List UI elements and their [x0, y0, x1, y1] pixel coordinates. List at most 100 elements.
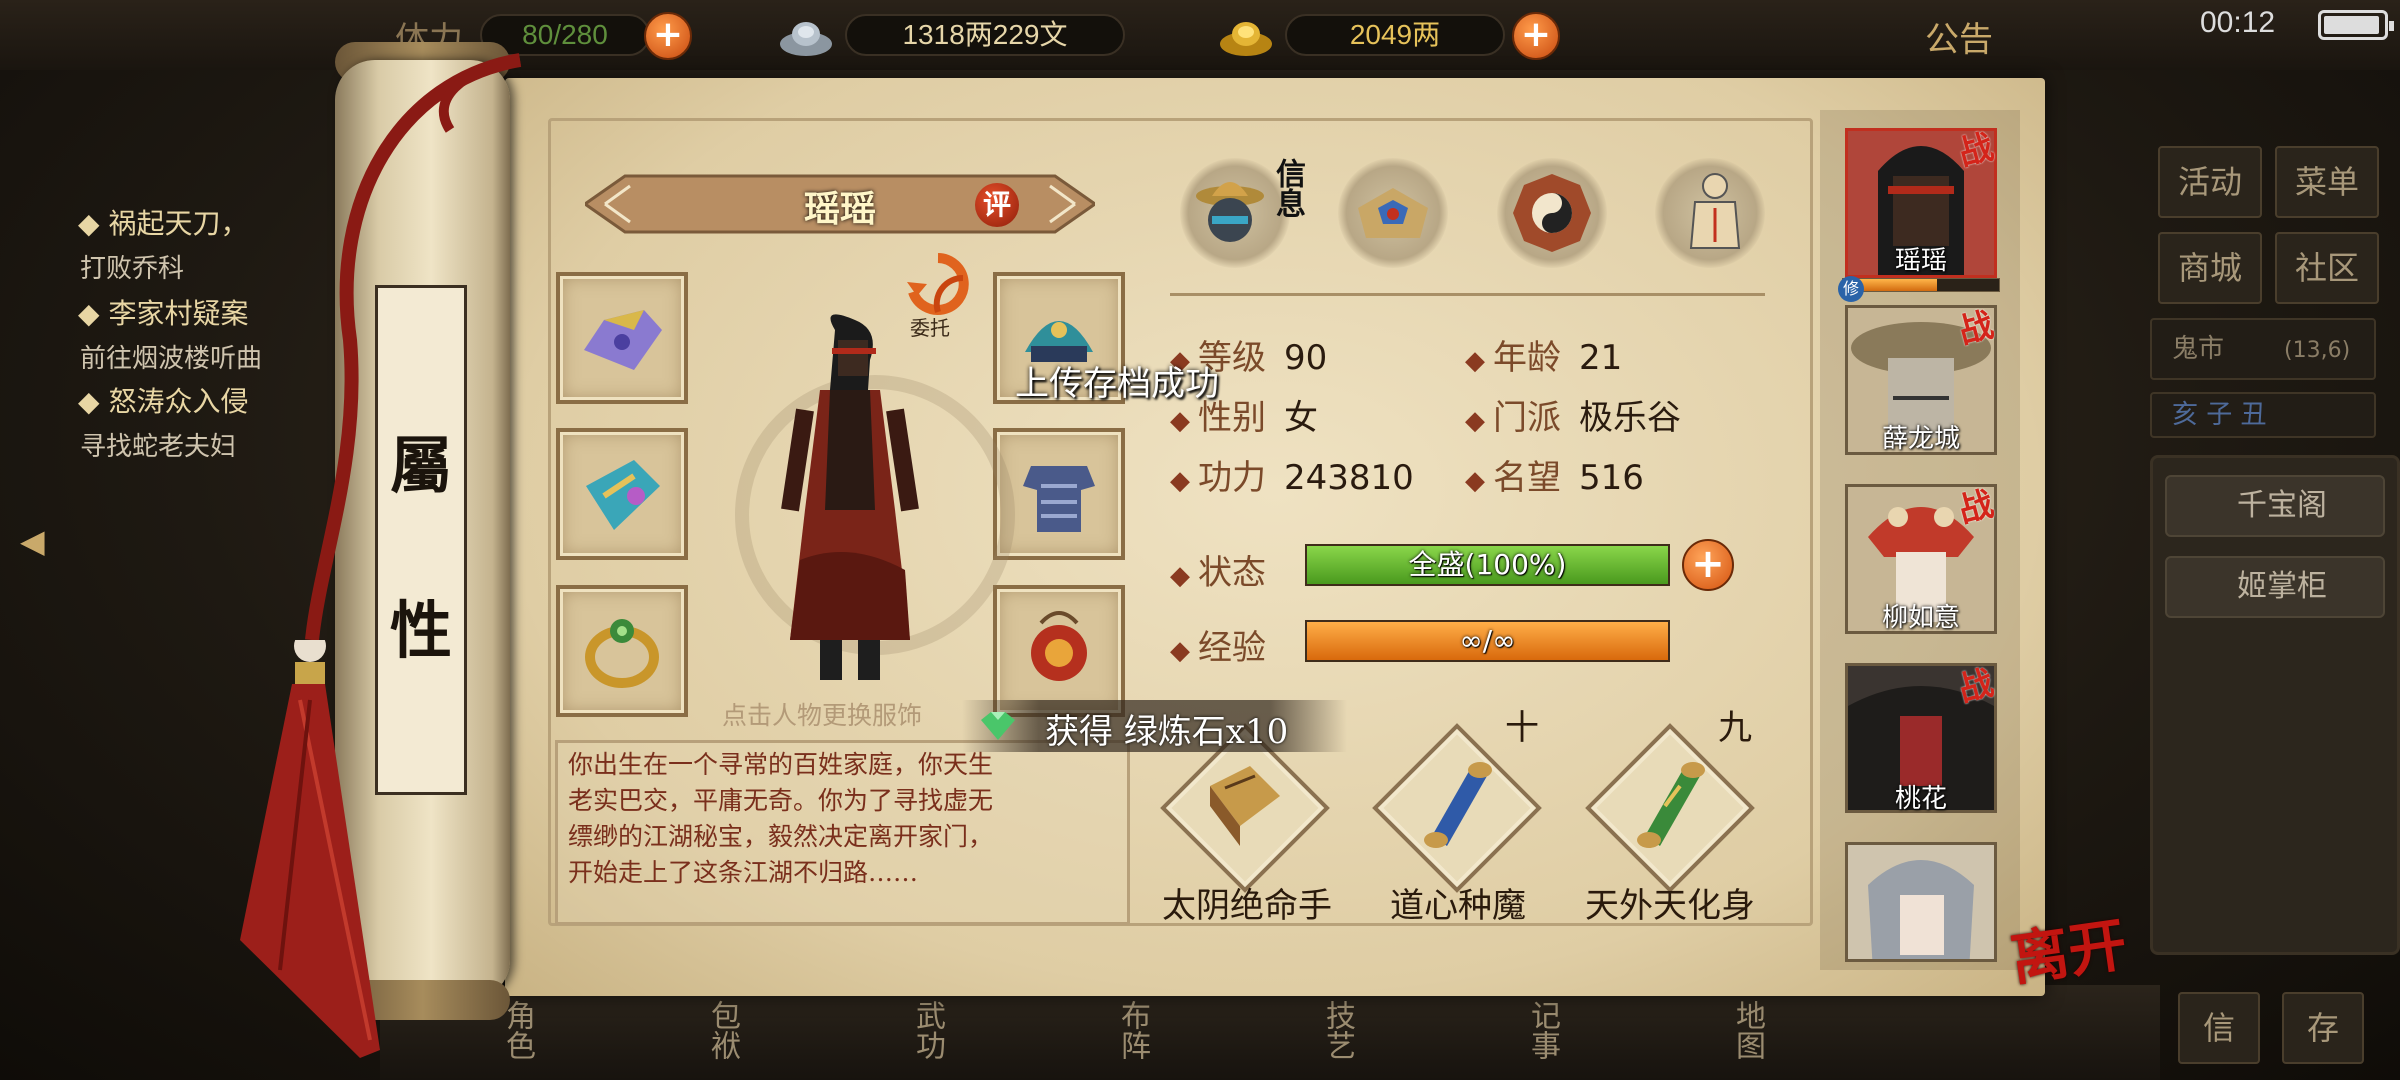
menu-button[interactable]: 菜单 [2275, 146, 2379, 218]
shopkeeper-button[interactable]: 姬掌柜 [2165, 556, 2385, 618]
bio-line: 老实巴交，平庸无奇。你为了寻找虚无 [568, 786, 994, 815]
change-outfit-hint: 点击人物更换服饰 [722, 701, 923, 730]
tab-bagua[interactable] [1497, 158, 1607, 268]
gold-ingot-icon [1220, 22, 1272, 56]
time-zodiac-indicator: 亥 子 丑 [2150, 392, 2376, 438]
ghost-market-location[interactable]: 鬼市 (13,6) [2150, 318, 2376, 380]
gold-add-button[interactable]: + [1512, 12, 1560, 60]
stat-fame: ◆ 名望 516 [1465, 450, 1644, 499]
quest-bullet: ◆ [78, 385, 100, 418]
community-button[interactable]: 社区 [2275, 232, 2379, 304]
location-name: 鬼市 [2172, 334, 2225, 364]
diamond-icon: ◆ [1465, 466, 1485, 496]
silver-ingot-icon [780, 22, 832, 56]
upload-success-toast: 上传存档成功 [1015, 364, 1219, 404]
quest-title-text: 怒涛众入侵 [108, 385, 249, 418]
party-member-name-3: 柳如意 [1881, 603, 1960, 633]
letter-button[interactable]: 信 [2178, 992, 2260, 1064]
quest-title-3[interactable]: ◆ 怒涛众入侵 [78, 380, 248, 420]
quest-title-1[interactable]: ◆ 祸起天刀， [78, 202, 248, 242]
nav-journal[interactable]: 记事 [1520, 1000, 1564, 1060]
tab-records[interactable] [1338, 158, 1448, 268]
diamond-icon: ◆ [1170, 406, 1190, 436]
leave-button[interactable]: 离开 [2005, 897, 2132, 996]
location-coords: (13,6) [2284, 338, 2351, 363]
tassel-icon [240, 640, 380, 1058]
nav-martial[interactable]: 武功 [905, 1000, 949, 1060]
tab-divider [1170, 293, 1765, 296]
stat-level-value: 90 [1284, 338, 1328, 378]
stat-power-value: 243810 [1284, 458, 1414, 498]
evaluate-button[interactable]: 评 [975, 183, 1019, 227]
restore-status-button[interactable]: + [1682, 539, 1734, 591]
bio-line: 开始走上了这条江湖不归路…… [568, 858, 919, 887]
stat-sect: ◆ 门派 极乐谷 [1465, 390, 1681, 439]
quest-title-text: 李家村疑案 [108, 297, 249, 330]
character-avatar[interactable] [760, 310, 940, 690]
stat-exp: ◆ 经验 [1170, 620, 1266, 669]
equip-slot-ring[interactable] [556, 585, 688, 717]
stat-gender-value: 女 [1284, 398, 1318, 438]
money-value: 1318两229文 [845, 14, 1125, 56]
quest-desc-1: 打败乔科 [80, 254, 185, 284]
quest-desc-3: 寻找蛇老夫妇 [80, 432, 237, 462]
stat-fame-value: 516 [1579, 458, 1644, 498]
delegate-icon[interactable] [905, 252, 971, 318]
battery-icon [2318, 10, 2394, 40]
nav-bag[interactable]: 包袱 [700, 1000, 744, 1060]
mall-button[interactable]: 商城 [2158, 232, 2262, 304]
skill-slot-3[interactable] [1585, 723, 1755, 893]
collapse-left-icon[interactable]: ◀ [20, 522, 60, 562]
character-bio: 你出生在一个寻常的百姓家庭，你天生 老实巴交，平庸无奇。你为了寻找虚无 缥缈的江… [555, 740, 1130, 925]
stat-age-value: 21 [1579, 338, 1623, 378]
exp-bar: ∞/∞ [1305, 620, 1670, 662]
stat-status: ◆ 状态 [1170, 545, 1266, 594]
treasure-pavilion-button[interactable]: 千宝阁 [2165, 475, 2385, 537]
diamond-icon: ◆ [1170, 466, 1190, 496]
nav-skills[interactable]: 技艺 [1315, 1000, 1359, 1060]
equip-slot-amulet[interactable] [993, 585, 1125, 717]
notice-button[interactable]: 公告 [1925, 12, 1993, 61]
ring-icon [585, 619, 659, 688]
nav-map[interactable]: 地图 [1725, 1000, 1769, 1060]
bio-line: 你出生在一个寻常的百姓家庭，你天生 [568, 750, 994, 779]
gauntlet-icon [584, 310, 662, 370]
stat-status-label: 状态 [1198, 553, 1266, 593]
stat-sect-value: 极乐谷 [1579, 398, 1681, 438]
cultivate-badge: 修 [1838, 276, 1864, 302]
stat-age-label: 年龄 [1493, 338, 1561, 378]
quest-title-text: 祸起天刀， [108, 207, 249, 240]
quest-bullet: ◆ [78, 207, 100, 240]
meridian-icon [1689, 173, 1741, 249]
stamina-add-button[interactable]: + [644, 12, 692, 60]
stat-power: ◆ 功力 243810 [1170, 450, 1414, 499]
party-member-name-2: 薛龙城 [1881, 424, 1960, 454]
skill-slot-2[interactable] [1372, 723, 1542, 893]
equip-slot-bracer[interactable] [556, 428, 688, 560]
quest-title-2[interactable]: ◆ 李家村疑案 [78, 292, 248, 332]
portrait-member-5 [1848, 845, 1994, 959]
tab-meridian[interactable] [1655, 158, 1765, 268]
green-gem-icon [981, 712, 1015, 740]
skill-name-2: 道心种魔 [1390, 886, 1526, 926]
book-icon [1358, 188, 1428, 238]
party-member-5[interactable] [1845, 842, 1997, 962]
status-bar: 全盛(100%) [1305, 544, 1670, 586]
party-member-name-4: 桃花 [1894, 784, 1947, 814]
blue-scroll-icon [1424, 762, 1492, 848]
stat-fame-label: 名望 [1493, 458, 1561, 498]
amulet-icon [1031, 611, 1087, 681]
obtained-toast: 获得 绿炼石x10 [1045, 712, 1289, 752]
stat-exp-label: 经验 [1198, 628, 1266, 668]
exp-bar-text: ∞/∞ [1459, 624, 1516, 657]
equip-slot-gloves[interactable] [556, 272, 688, 404]
save-button[interactable]: 存 [2282, 992, 2364, 1064]
cultivate-bar [1842, 278, 2000, 292]
delegate-label: 委托 [910, 316, 950, 340]
clock: 00:12 [2200, 6, 2276, 39]
stat-sect-label: 门派 [1493, 398, 1561, 438]
nav-formation[interactable]: 布阵 [1110, 1000, 1154, 1060]
quest-bullet: ◆ [78, 297, 100, 330]
activity-button[interactable]: 活动 [2158, 146, 2262, 218]
armor-icon [1023, 466, 1095, 532]
